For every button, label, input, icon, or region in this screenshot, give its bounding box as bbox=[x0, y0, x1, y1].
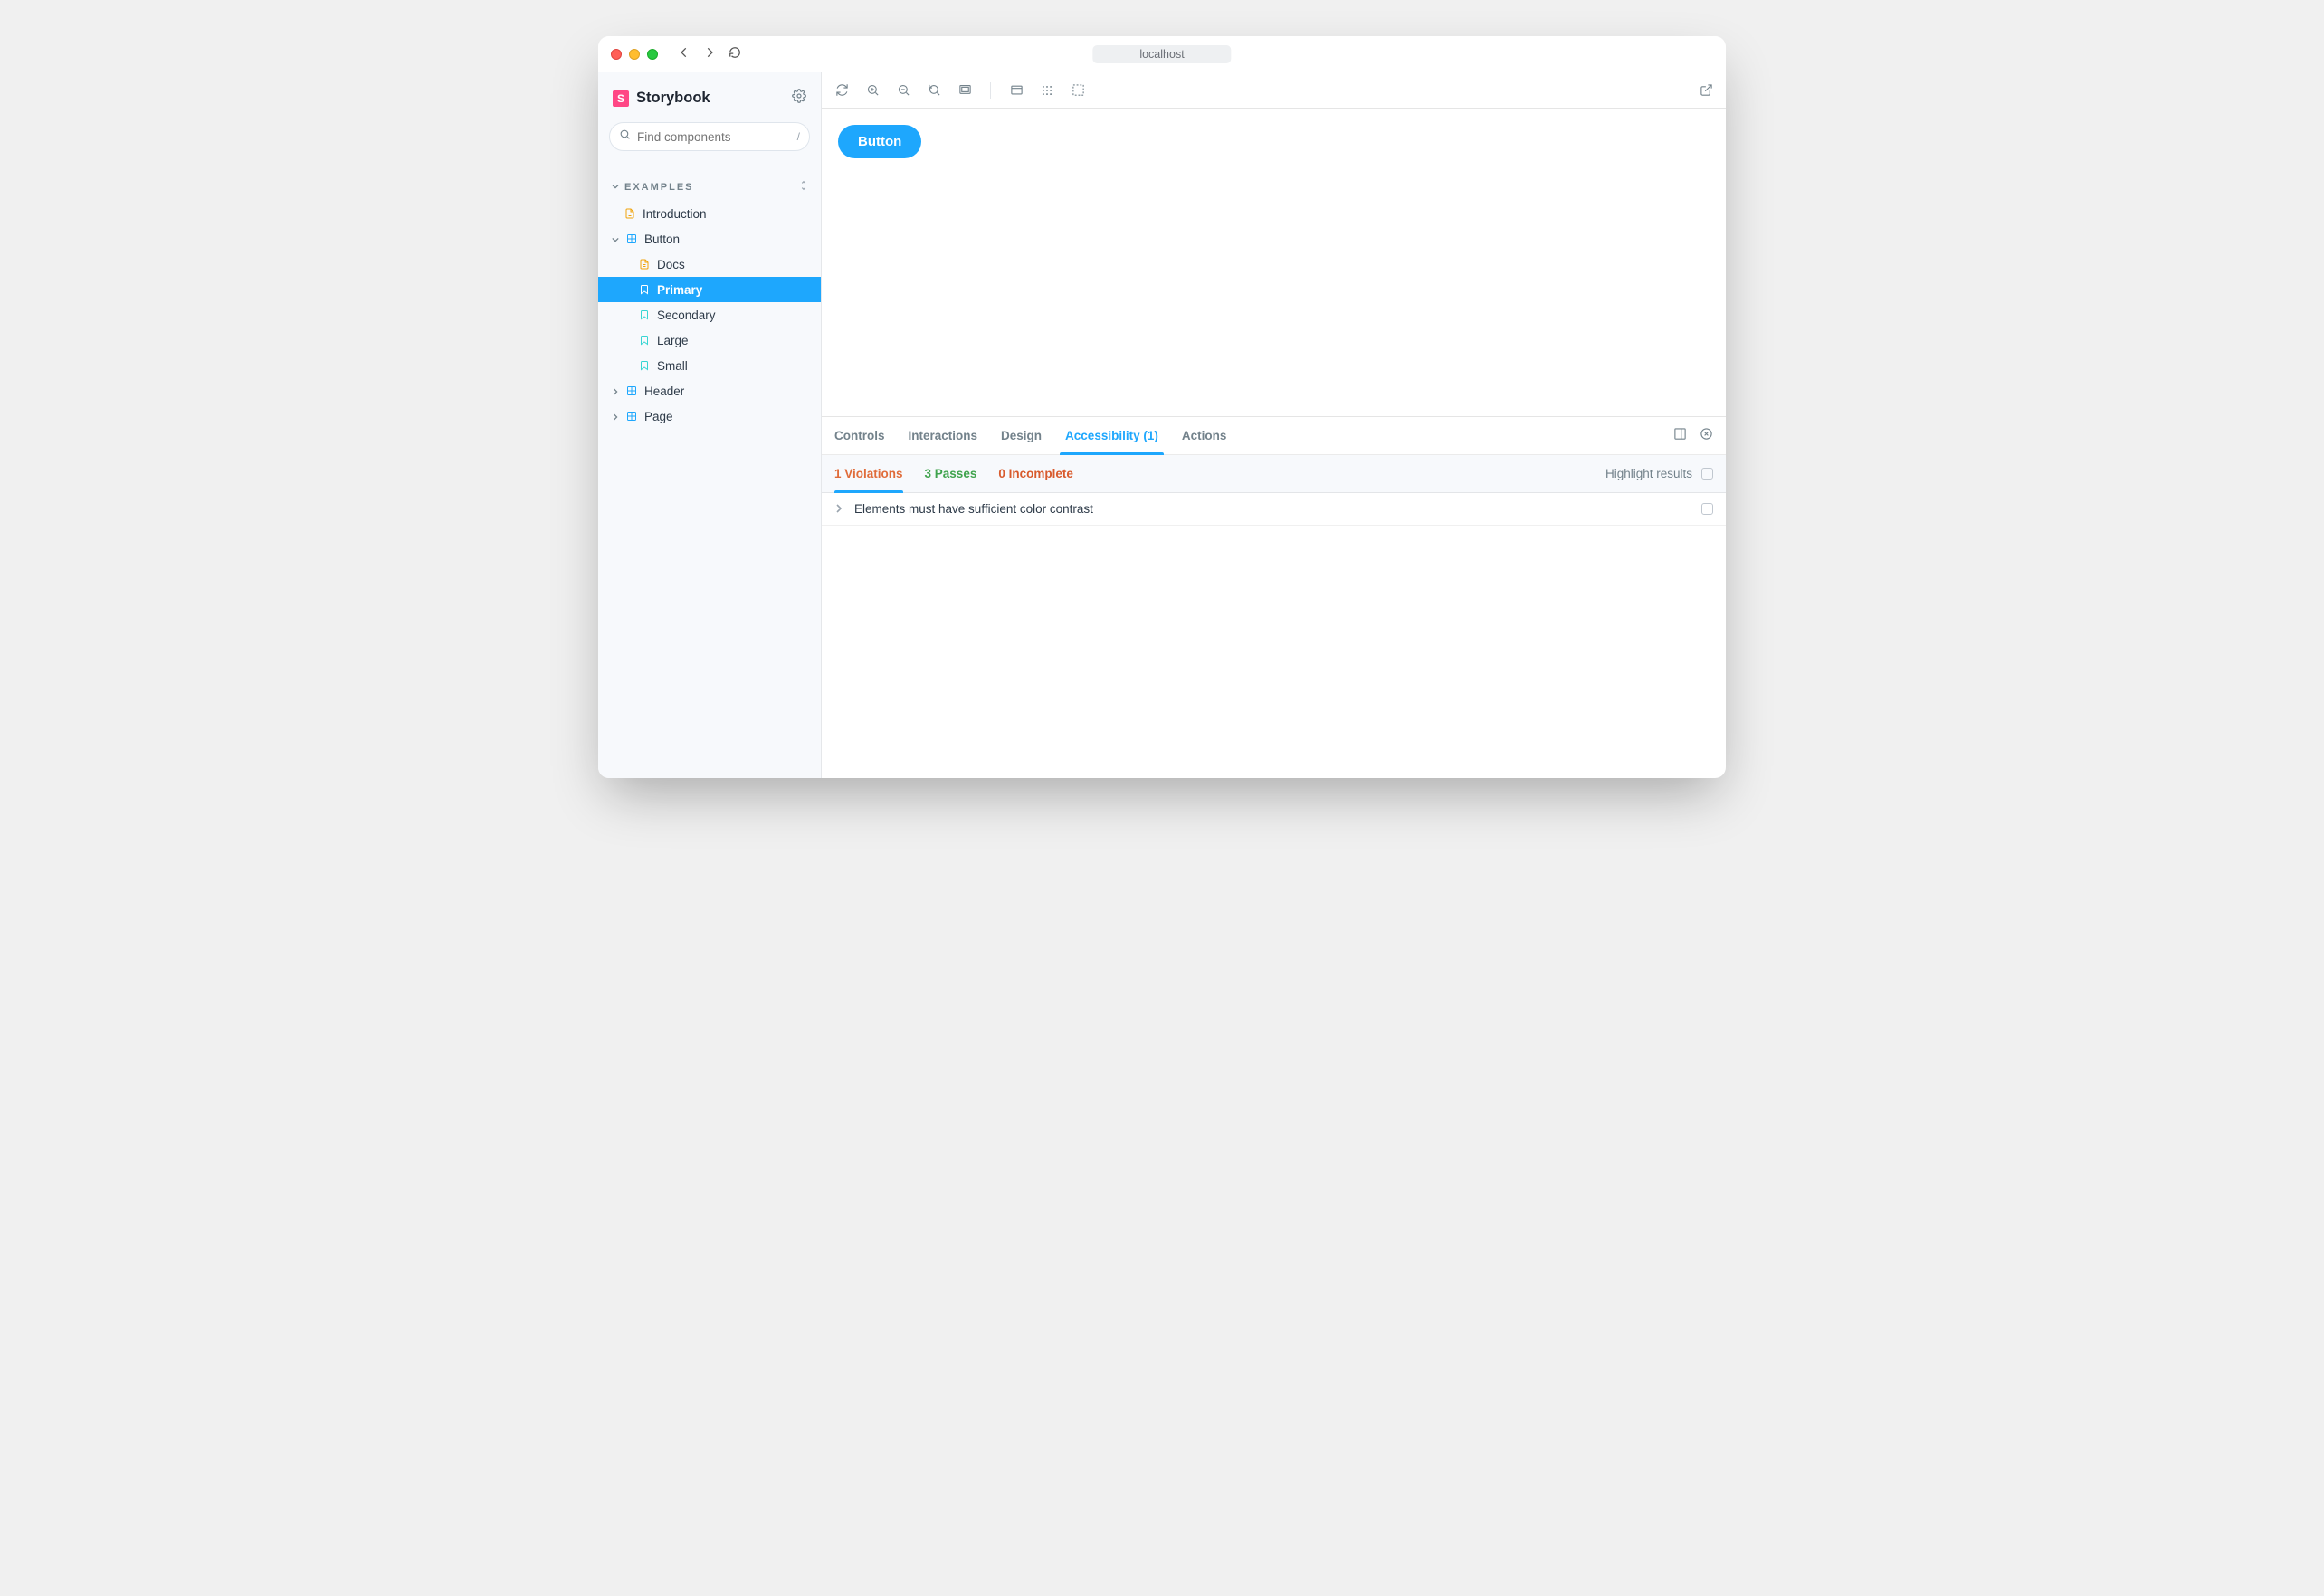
search-input-wrap[interactable]: / bbox=[609, 122, 810, 151]
search-icon bbox=[619, 128, 631, 145]
chevron-right-icon bbox=[834, 502, 843, 516]
storybook-logo-icon: S bbox=[613, 90, 629, 107]
sidebar-item-header[interactable]: Header bbox=[598, 378, 821, 404]
document-icon bbox=[624, 207, 636, 220]
sidebar-item-primary[interactable]: Primary bbox=[598, 277, 821, 302]
story-canvas: Button bbox=[822, 109, 1726, 416]
sidebar-item-secondary[interactable]: Secondary bbox=[598, 302, 821, 328]
subtab-passes[interactable]: 3 Passes bbox=[925, 455, 977, 492]
bookmark-icon bbox=[638, 309, 651, 321]
sidebar-item-large[interactable]: Large bbox=[598, 328, 821, 353]
preview-button[interactable]: Button bbox=[838, 125, 921, 158]
bookmark-icon bbox=[638, 359, 651, 372]
sidebar-item-docs[interactable]: Docs bbox=[598, 252, 821, 277]
toolbar-divider bbox=[990, 82, 991, 99]
highlight-results-checkbox[interactable] bbox=[1701, 468, 1713, 480]
sidebar-item-label: Introduction bbox=[643, 207, 707, 221]
component-icon bbox=[625, 410, 638, 423]
subtab-violations[interactable]: 1 Violations bbox=[834, 455, 903, 492]
a11y-violation-row[interactable]: Elements must have sufficient color cont… bbox=[822, 493, 1726, 526]
background-icon[interactable] bbox=[1009, 83, 1024, 98]
settings-gear-icon[interactable] bbox=[792, 89, 806, 108]
brand-name: Storybook bbox=[636, 90, 710, 107]
zoom-in-icon[interactable] bbox=[865, 83, 880, 98]
component-icon bbox=[625, 385, 638, 397]
sidebar-item-label: Small bbox=[657, 359, 688, 373]
address-bar[interactable]: localhost bbox=[1092, 45, 1231, 63]
canvas-toolbar bbox=[822, 72, 1726, 109]
addons-panel: Controls Interactions Design Accessibili… bbox=[822, 416, 1726, 778]
tab-actions[interactable]: Actions bbox=[1182, 417, 1227, 454]
back-icon[interactable] bbox=[678, 46, 691, 63]
viewport-icon[interactable] bbox=[957, 83, 972, 98]
sync-icon[interactable] bbox=[834, 83, 849, 98]
close-window-icon[interactable] bbox=[611, 49, 622, 60]
panel-position-icon[interactable] bbox=[1673, 427, 1687, 445]
sidebar-item-label: Primary bbox=[657, 283, 702, 297]
sidebar-item-label: Large bbox=[657, 334, 689, 347]
sidebar-item-label: Page bbox=[644, 410, 673, 423]
reload-icon[interactable] bbox=[729, 46, 741, 63]
tab-accessibility[interactable]: Accessibility (1) bbox=[1065, 417, 1158, 454]
sidebar-item-label: Button bbox=[644, 233, 680, 246]
tab-controls[interactable]: Controls bbox=[834, 417, 885, 454]
zoom-reset-icon[interactable] bbox=[927, 83, 941, 98]
outline-icon[interactable] bbox=[1071, 83, 1085, 98]
subtab-incomplete[interactable]: 0 Incomplete bbox=[998, 455, 1073, 492]
sidebar-item-label: Header bbox=[644, 385, 684, 398]
sidebar-item-label: Docs bbox=[657, 258, 685, 271]
sidebar-item-label: Secondary bbox=[657, 309, 716, 322]
component-icon bbox=[625, 233, 638, 245]
minimize-window-icon[interactable] bbox=[629, 49, 640, 60]
tab-design[interactable]: Design bbox=[1001, 417, 1042, 454]
browser-window: localhost S Storybook bbox=[598, 36, 1726, 778]
zoom-out-icon[interactable] bbox=[896, 83, 910, 98]
close-panel-icon[interactable] bbox=[1700, 427, 1713, 445]
bookmark-icon bbox=[638, 334, 651, 347]
section-title: EXAMPLES bbox=[624, 182, 694, 193]
expand-collapse-icon[interactable] bbox=[799, 180, 808, 194]
search-shortcut-hint: / bbox=[797, 130, 800, 143]
search-input[interactable] bbox=[637, 130, 764, 144]
sidebar-item-page[interactable]: Page bbox=[598, 404, 821, 429]
violation-title: Elements must have sufficient color cont… bbox=[854, 502, 1093, 516]
chevron-down-icon bbox=[611, 233, 619, 246]
bookmark-icon bbox=[638, 283, 651, 296]
document-icon bbox=[638, 258, 651, 271]
highlight-results-label: Highlight results bbox=[1605, 467, 1692, 480]
sidebar-item-button[interactable]: Button bbox=[598, 226, 821, 252]
grid-icon[interactable] bbox=[1040, 83, 1054, 98]
violation-checkbox[interactable] bbox=[1701, 503, 1713, 515]
tab-interactions[interactable]: Interactions bbox=[909, 417, 978, 454]
chevron-down-icon[interactable] bbox=[611, 182, 619, 193]
sidebar-item-small[interactable]: Small bbox=[598, 353, 821, 378]
window-controls bbox=[611, 49, 658, 60]
chevron-right-icon bbox=[611, 410, 619, 423]
maximize-window-icon[interactable] bbox=[647, 49, 658, 60]
chevron-right-icon bbox=[611, 385, 619, 398]
sidebar: S Storybook / bbox=[598, 72, 822, 778]
open-new-tab-icon[interactable] bbox=[1699, 83, 1713, 98]
main-panel: Button Controls Interactions Design Acce… bbox=[822, 72, 1726, 778]
forward-icon[interactable] bbox=[703, 46, 716, 63]
titlebar: localhost bbox=[598, 36, 1726, 72]
sidebar-item-introduction[interactable]: Introduction bbox=[598, 201, 821, 226]
